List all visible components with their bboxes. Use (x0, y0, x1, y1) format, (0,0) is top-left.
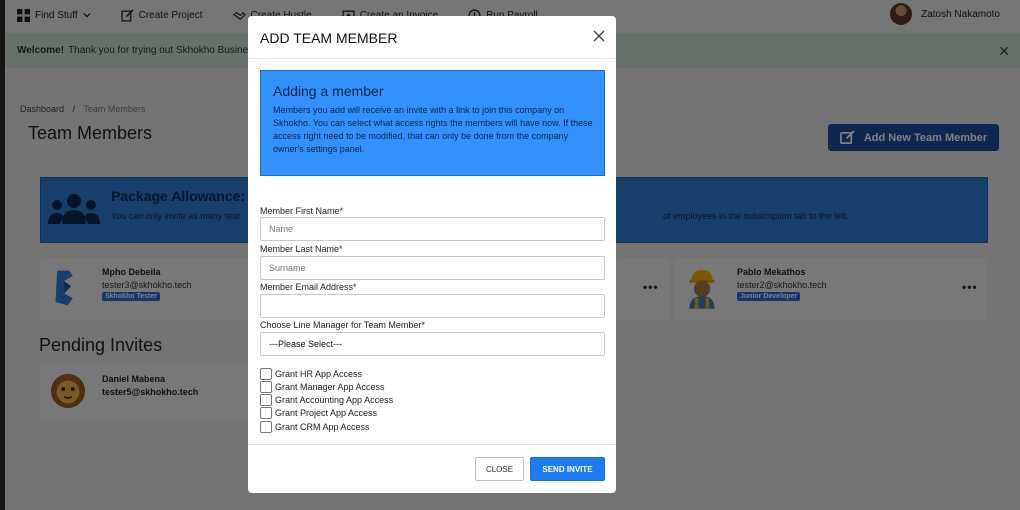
crm-access-label: Grant CRM App Access (275, 422, 370, 432)
project-access-label: Grant Project App Access (275, 408, 378, 418)
alert-title: Adding a member (273, 83, 384, 99)
alert-text: Members you add will receive an invite w… (273, 105, 593, 154)
hr-access-label: Grant HR App Access (275, 369, 363, 379)
crm-access-checkbox[interactable]: Grant CRM App Access (260, 421, 370, 433)
checkbox-box[interactable] (260, 368, 272, 380)
line-manager-label: Choose Line Manager for Team Member* (260, 320, 425, 330)
manager-access-checkbox[interactable]: Grant Manager App Access (260, 381, 385, 393)
close-icon[interactable] (592, 29, 606, 43)
first-name-label: Member First Name* (260, 206, 344, 216)
accounting-access-checkbox[interactable]: Grant Accounting App Access (260, 394, 393, 406)
project-access-checkbox[interactable]: Grant Project App Access (260, 407, 377, 419)
add-team-member-modal: ADD TEAM MEMBER Adding a member Members … (248, 16, 616, 493)
modal-title: ADD TEAM MEMBER (260, 30, 398, 46)
send-invite-button[interactable]: SEND INVITE (530, 457, 605, 481)
line-manager-select[interactable]: ---Please Select--- (260, 332, 605, 356)
manager-access-label: Grant Manager App Access (275, 382, 385, 392)
accounting-access-label: Grant Accounting App Access (275, 395, 394, 405)
close-button-label: CLOSE (485, 464, 514, 474)
checkbox-box[interactable] (260, 394, 272, 406)
checkbox-box[interactable] (260, 381, 272, 393)
modal-footer-divider (248, 444, 616, 445)
email-field[interactable] (260, 294, 605, 318)
hr-access-checkbox[interactable]: Grant HR App Access (260, 368, 362, 380)
modal-header: ADD TEAM MEMBER (248, 16, 616, 59)
first-name-field[interactable] (260, 217, 605, 241)
send-invite-label: SEND INVITE (542, 464, 593, 474)
close-button[interactable]: CLOSE (475, 457, 524, 481)
info-alert: Adding a member Members you add will rec… (260, 70, 605, 176)
line-manager-selected: ---Please Select--- (269, 339, 343, 349)
last-name-field[interactable] (260, 256, 605, 280)
checkbox-box[interactable] (260, 407, 272, 419)
checkbox-box[interactable] (260, 421, 272, 433)
email-label: Member Email Address* (260, 282, 357, 292)
last-name-label: Member Last Name* (260, 244, 343, 254)
